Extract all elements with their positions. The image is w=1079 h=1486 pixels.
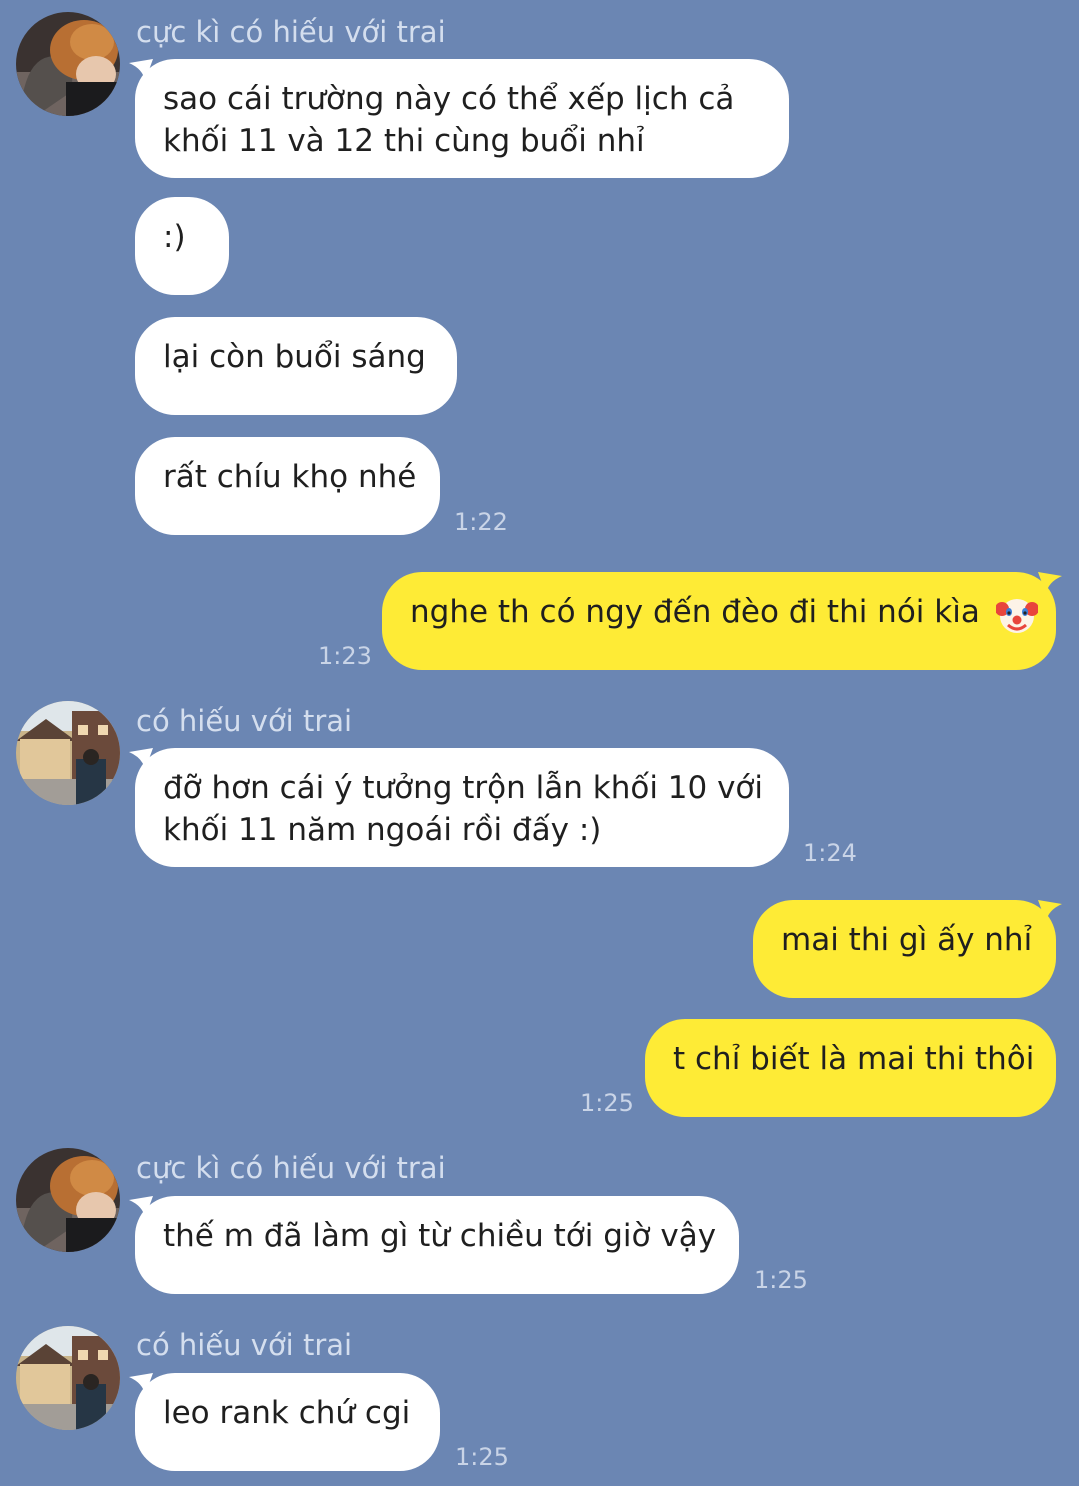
avatar-orange-hair-photo: [16, 1148, 120, 1252]
message-text: nghe th có ngy đến đèo đi thi nói kìa: [410, 594, 980, 630]
avatar[interactable]: [16, 1326, 120, 1430]
timestamp: 1:25: [455, 1443, 509, 1471]
message-bubble[interactable]: :): [135, 197, 229, 295]
sender-name: cực kì có hiếu với trai: [136, 15, 446, 49]
timestamp: 1:23: [318, 642, 372, 670]
message-bubble[interactable]: leo rank chứ cgi: [135, 1373, 440, 1471]
message-bubble[interactable]: rất chíu khọ nhé: [135, 437, 440, 535]
avatar-street-photo: [16, 701, 120, 805]
timestamp: 1:25: [580, 1089, 634, 1117]
timestamp: 1:24: [803, 839, 857, 867]
timestamp: 1:22: [454, 508, 508, 536]
chat-conversation[interactable]: cực kì có hiếu với trai sao cái trường n…: [0, 0, 1079, 1486]
timestamp: 1:25: [754, 1266, 808, 1294]
avatar[interactable]: [16, 701, 120, 805]
avatar-street-photo: [16, 1326, 120, 1430]
sender-name: có hiếu với trai: [136, 1328, 353, 1362]
message-bubble[interactable]: t chỉ biết là mai thi thôi: [645, 1019, 1056, 1117]
avatar-orange-hair-photo: [16, 12, 120, 116]
message-bubble[interactable]: thế m đã làm gì từ chiều tới giờ vậy: [135, 1196, 739, 1294]
avatar[interactable]: [16, 1148, 120, 1252]
message-bubble[interactable]: nghe th có ngy đến đèo đi thi nói kìa: [382, 572, 1056, 670]
sender-name: cực kì có hiếu với trai: [136, 1151, 446, 1185]
avatar[interactable]: [16, 12, 120, 116]
sender-name: có hiếu với trai: [136, 704, 353, 738]
clown-face-icon: [994, 593, 1039, 635]
message-bubble[interactable]: lại còn buổi sáng: [135, 317, 457, 415]
message-bubble[interactable]: sao cái trường này có thể xếp lịch cả kh…: [135, 59, 789, 178]
message-bubble[interactable]: đỡ hơn cái ý tưởng trộn lẫn khối 10 với …: [135, 748, 789, 867]
message-bubble[interactable]: mai thi gì ấy nhỉ: [753, 900, 1056, 998]
